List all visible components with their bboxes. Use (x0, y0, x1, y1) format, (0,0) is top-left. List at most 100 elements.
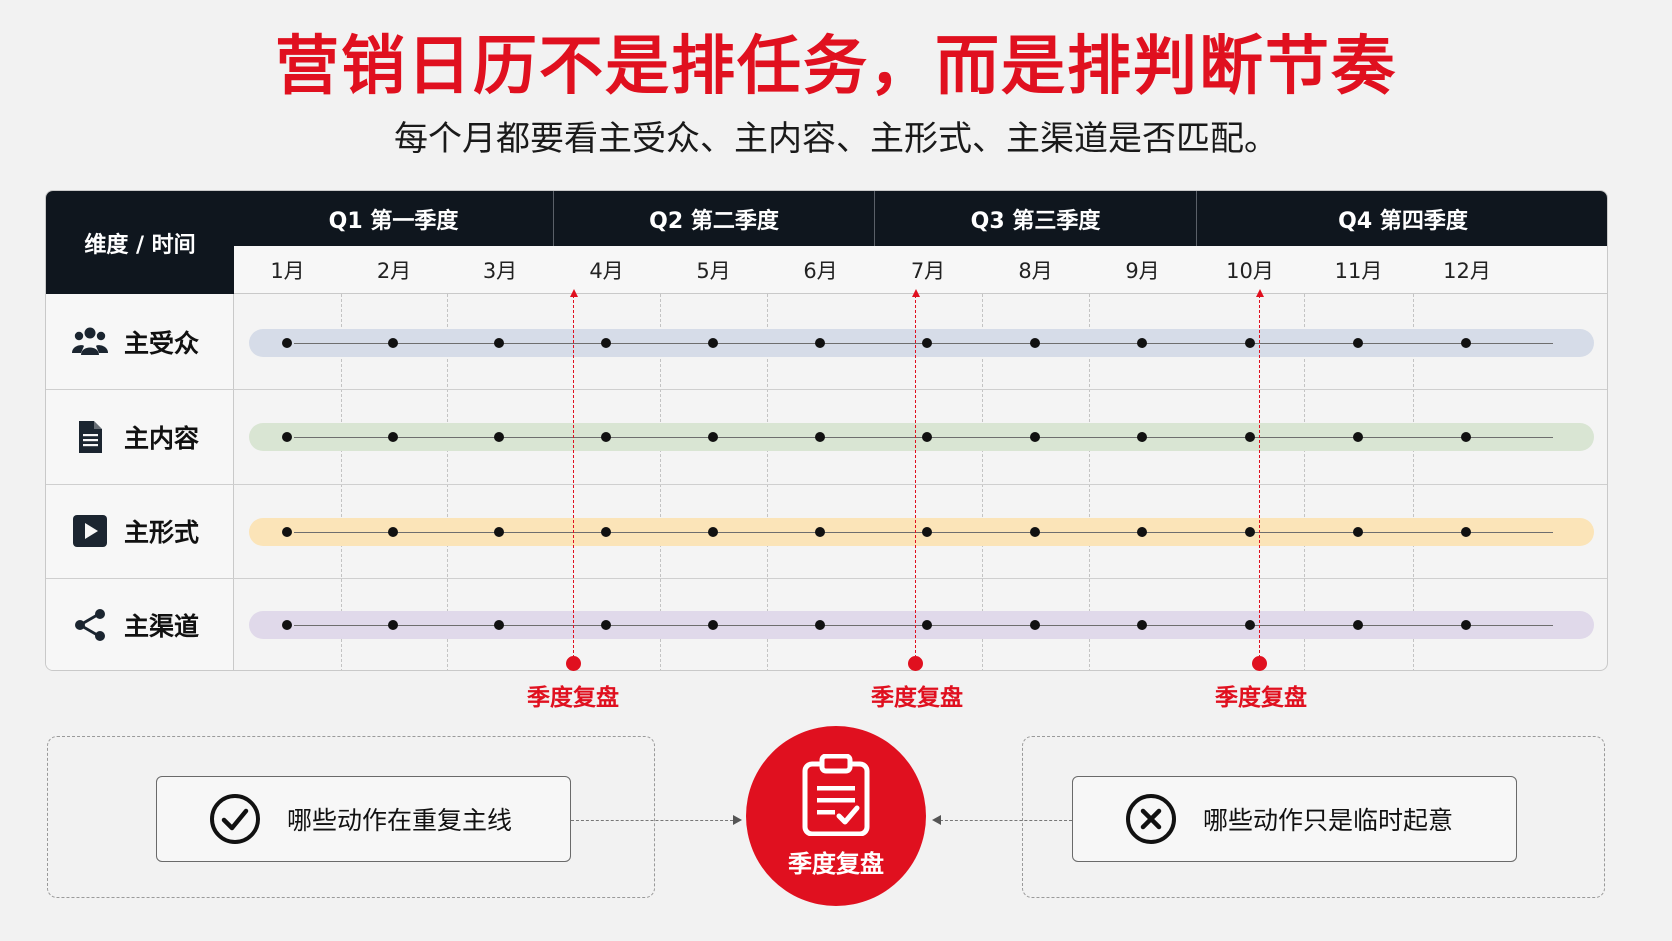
month-dot (1137, 338, 1147, 348)
month-dot (1461, 527, 1471, 537)
month-dot (1245, 432, 1255, 442)
share-icon (75, 609, 105, 641)
month-dot (922, 432, 932, 442)
month-dot (494, 527, 504, 537)
quarter-header-row: Q1 第一季度 Q2 第二季度 Q3 第三季度 Q4 第四季度 (234, 191, 1607, 246)
month-header: 6月 (803, 259, 838, 283)
month-header: 4月 (589, 259, 624, 283)
month-dot (708, 620, 718, 630)
month-dot (815, 620, 825, 630)
center-circle-label: 季度复盘 (788, 849, 884, 878)
repeat-mainline-pill: 哪些动作在重复主线 (156, 776, 571, 862)
document-icon (79, 420, 102, 453)
quarter-header-q3: Q3 第三季度 (874, 191, 1196, 246)
month-dot (1030, 620, 1040, 630)
month-dot (1461, 432, 1471, 442)
month-dot (1245, 527, 1255, 537)
row-label-text: 主形式 (124, 518, 200, 547)
month-dot (1353, 620, 1363, 630)
month-dot (494, 338, 504, 348)
month-dot (708, 432, 718, 442)
month-dot (1353, 432, 1363, 442)
month-dot (282, 432, 292, 442)
month-dot (708, 338, 718, 348)
month-dot (922, 527, 932, 537)
play-icon (73, 515, 107, 547)
left-pill-label: 哪些动作在重复主线 (287, 806, 513, 835)
month-dot (601, 338, 611, 348)
page-subtitle: 每个月都要看主受众、主内容、主形式、主渠道是否匹配。 (394, 119, 1278, 159)
month-dot (815, 527, 825, 537)
month-header-row: 1月 2月 3月 4月 5月 6月 7月 8月 9月 10月 11月 12月 (234, 246, 1607, 294)
month-dot (1245, 620, 1255, 630)
clipboard-icon (802, 753, 870, 836)
review-dot-q2 (908, 656, 923, 671)
row-label-text: 主渠道 (124, 612, 200, 641)
check-circle-icon (210, 794, 260, 844)
row-label-content: 主内容 (46, 389, 234, 484)
month-dot (708, 527, 718, 537)
review-line-q2 (915, 295, 916, 663)
month-dot (1030, 527, 1040, 537)
month-header: 5月 (696, 259, 731, 283)
month-dot (494, 620, 504, 630)
row-label-format: 主形式 (46, 484, 234, 578)
review-label-q2: 季度复盘 (871, 685, 963, 711)
month-dot (1030, 432, 1040, 442)
month-dot (282, 620, 292, 630)
month-dot (1461, 338, 1471, 348)
x-circle-icon (1126, 794, 1176, 844)
month-dot (1353, 338, 1363, 348)
month-dot (282, 338, 292, 348)
month-header: 9月 (1125, 259, 1160, 283)
month-header: 11月 (1334, 259, 1383, 283)
page-title: 营销日历不是排任务，而是排判断节奏 (275, 30, 1397, 104)
month-dot (601, 620, 611, 630)
quarter-header-q4: Q4 第四季度 (1196, 191, 1607, 246)
review-line-q3 (1259, 295, 1260, 663)
month-dot (1137, 432, 1147, 442)
month-dot (601, 527, 611, 537)
review-label-q3: 季度复盘 (1215, 685, 1307, 711)
month-dot (1461, 620, 1471, 630)
month-dot (388, 527, 398, 537)
month-dot (388, 338, 398, 348)
quarter-header-q1: Q1 第一季度 (328, 208, 459, 234)
month-dot (815, 432, 825, 442)
corner-header: 维度 / 时间 (46, 191, 234, 294)
month-header: 12月 (1443, 259, 1491, 283)
row-label-channel: 主渠道 (46, 578, 234, 670)
month-header: 2月 (376, 259, 412, 283)
quarterly-review-circle: 季度复盘 (746, 726, 926, 906)
right-pill-label: 哪些动作只是临时起意 (1203, 806, 1454, 835)
month-dot (388, 620, 398, 630)
review-dot-q3 (1252, 656, 1267, 671)
calendar-grid: 维度 / 时间 Q1 第一季度 Q2 第二季度 Q3 第三季度 Q4 第四季度 … (45, 190, 1608, 671)
month-dot (1245, 338, 1255, 348)
month-dot (494, 432, 504, 442)
month-header: 7月 (910, 259, 946, 283)
month-header: 1月 (270, 259, 305, 283)
people-icon (72, 327, 108, 355)
left-connector (571, 820, 733, 821)
month-dot (815, 338, 825, 348)
month-dot (1353, 527, 1363, 537)
month-dot (601, 432, 611, 442)
month-dot (922, 620, 932, 630)
review-dot-q1 (566, 656, 581, 671)
quarter-header-q2: Q2 第二季度 (553, 191, 874, 246)
month-header: 8月 (1018, 259, 1053, 283)
row-label-audience: 主受众 (46, 294, 234, 389)
month-dot (1137, 620, 1147, 630)
month-header: 10月 (1226, 259, 1274, 283)
month-dot (922, 338, 932, 348)
month-dot (388, 432, 398, 442)
review-label-q1: 季度复盘 (527, 685, 619, 711)
row-label-text: 主内容 (124, 423, 200, 453)
improvised-pill: 哪些动作只是临时起意 (1072, 776, 1517, 862)
month-header: 3月 (482, 259, 518, 283)
review-line-q1 (573, 295, 574, 663)
month-dot (282, 527, 292, 537)
month-dot (1137, 527, 1147, 537)
row-label-text: 主受众 (124, 328, 200, 358)
